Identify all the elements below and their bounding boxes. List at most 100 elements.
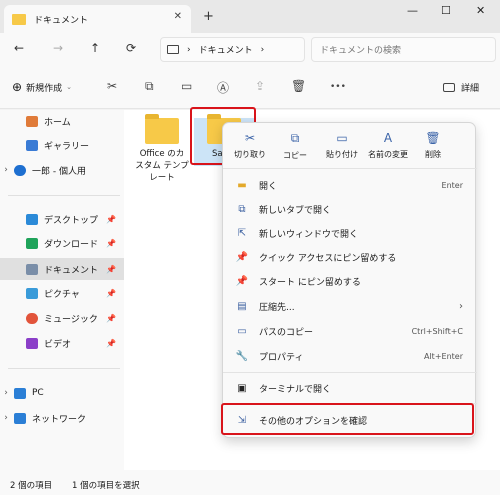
sidebar-item-gallery[interactable]: ギャラリー <box>0 134 124 156</box>
menu-item-properties[interactable]: 🔧 プロパティ Alt+Enter <box>231 344 469 368</box>
pin-icon: 📌 <box>106 288 116 298</box>
delete-icon[interactable]: 🗑 <box>291 79 306 93</box>
sidebar-item-music[interactable]: ミュージック 📌 <box>0 307 124 329</box>
copy-icon[interactable]: ⧉ <box>145 79 154 94</box>
title-bar: ドキュメント ✕ + — ☐ ✕ <box>0 0 500 33</box>
details-pane-icon <box>443 83 455 92</box>
new-tab-icon: ⧉ <box>238 203 246 215</box>
folder-icon <box>145 114 179 144</box>
close-window-button[interactable]: ✕ <box>476 4 485 17</box>
home-icon <box>26 115 38 127</box>
new-button[interactable]: ⊕ 新規作成 ⌄ <box>12 80 72 94</box>
zip-icon: ▤ <box>237 300 247 312</box>
folder-icon <box>12 13 26 25</box>
tab-label: ドキュメント <box>34 15 89 26</box>
plus-icon: ⊕ <box>12 80 23 94</box>
sidebar-item-downloads[interactable]: ダウンロード 📌 <box>0 232 124 254</box>
details-button[interactable]: 詳細 <box>443 81 479 94</box>
address-row: ← → ↑ ⟳ › ドキュメント › ドキュメントの検索 <box>0 33 500 66</box>
more-button[interactable]: ••• <box>330 82 346 92</box>
menu-item-pin-quick-access[interactable]: 📌 クイック アクセスにピン留めする <box>231 245 469 269</box>
cloud-icon <box>14 164 26 176</box>
desktop-icon <box>26 213 38 225</box>
status-bar: 2 個の項目 1 個の項目を選択 <box>0 470 500 495</box>
sidebar-item-pc[interactable]: › PC <box>0 382 124 404</box>
share-icon[interactable]: ⇪ <box>255 79 265 93</box>
paste-icon[interactable]: ▭ <box>181 79 192 93</box>
close-tab-icon[interactable]: ✕ <box>174 11 182 22</box>
breadcrumb-documents[interactable]: ドキュメント <box>199 43 253 56</box>
chevron-down-icon: ⌄ <box>66 83 72 91</box>
folder-item[interactable]: Office のカ スタム テンプ レート <box>132 114 192 184</box>
sidebar-item-onedrive[interactable]: › 一郎 - 個人用 <box>0 159 124 181</box>
pc-icon <box>14 387 26 399</box>
expand-chevron-icon[interactable]: › <box>0 413 12 423</box>
new-window-icon: ⇱ <box>237 227 247 239</box>
delete-icon: 🗑 <box>425 131 441 145</box>
menu-item-open[interactable]: ▬ 開く Enter <box>231 173 469 197</box>
menu-item-open-terminal[interactable]: ▣ ターミナルで開く <box>231 376 469 400</box>
copy-action[interactable]: ⧉ コピー <box>268 131 322 161</box>
item-count: 2 個の項目 <box>10 481 53 491</box>
search-placeholder: ドキュメントの検索 <box>320 46 402 56</box>
sidebar-item-videos[interactable]: ビデオ 📌 <box>0 332 124 354</box>
network-icon <box>14 412 26 424</box>
expand-chevron-icon[interactable]: › <box>0 165 12 175</box>
pin-icon: 📌 <box>106 214 116 224</box>
minimize-button[interactable]: — <box>407 4 418 17</box>
forward-button[interactable]: → <box>53 41 63 55</box>
details-label: 詳細 <box>461 84 480 94</box>
cut-icon[interactable]: ✂ <box>107 79 117 93</box>
menu-item-open-new-window[interactable]: ⇱ 新しいウィンドウで開く <box>231 221 469 245</box>
search-input[interactable]: ドキュメントの検索 <box>311 37 496 62</box>
sidebar-item-home[interactable]: ホーム <box>0 110 124 132</box>
new-tab-button[interactable]: + <box>203 9 214 24</box>
rename-icon[interactable]: Ⓐ <box>217 79 229 96</box>
menu-item-open-new-tab[interactable]: ⧉ 新しいタブで開く <box>231 197 469 221</box>
copy-path-icon: ▭ <box>237 325 247 337</box>
pictures-icon <box>26 287 38 299</box>
download-icon <box>26 237 38 249</box>
sidebar-divider <box>8 368 120 369</box>
new-button-label: 新規作成 <box>26 83 63 94</box>
maximize-button[interactable]: ☐ <box>441 4 451 17</box>
documents-icon <box>26 263 38 275</box>
breadcrumb-chevron[interactable]: › <box>261 45 265 55</box>
pin-icon: 📌 <box>106 313 116 323</box>
pin-icon: 📌 <box>106 238 116 248</box>
sidebar-divider <box>8 195 120 196</box>
menu-separator <box>223 372 477 373</box>
context-menu-actions: ✂ 切り取り ⧉ コピー ▭ 貼り付け A 名前の変更 🗑 削除 <box>223 123 477 169</box>
refresh-button[interactable]: ⟳ <box>126 41 136 55</box>
sidebar-item-documents[interactable]: ドキュメント 📌 <box>0 258 124 280</box>
wrench-icon: 🔧 <box>235 350 249 362</box>
pin-icon: 📌 <box>235 275 249 287</box>
delete-action[interactable]: 🗑 削除 <box>406 131 460 160</box>
gallery-icon <box>26 139 38 151</box>
pin-icon: 📌 <box>235 251 249 263</box>
video-icon <box>26 337 38 349</box>
menu-item-pin-start[interactable]: 📌 スタート にピン留めする <box>231 269 469 293</box>
address-bar[interactable]: › ドキュメント › <box>160 37 305 62</box>
menu-item-copy-path[interactable]: ▭ パスのコピー Ctrl+Shift+C <box>231 319 469 343</box>
navigation-pane: ホーム ギャラリー › 一郎 - 個人用 デスクトップ 📌 ダウンロード 📌 ド… <box>0 110 124 470</box>
back-button[interactable]: ← <box>14 41 24 55</box>
chevron-right-icon: › <box>459 300 463 312</box>
up-button[interactable]: ↑ <box>90 41 100 55</box>
open-folder-icon: ▬ <box>237 179 247 191</box>
sidebar-item-pictures[interactable]: ピクチャ 📌 <box>0 282 124 304</box>
sidebar-item-network[interactable]: › ネットワーク <box>0 407 124 429</box>
menu-item-compress[interactable]: ▤ 圧縮先... › <box>231 294 469 318</box>
context-menu: ✂ 切り取り ⧉ コピー ▭ 貼り付け A 名前の変更 🗑 削除 ▬ 開く En… <box>222 122 477 438</box>
highlight-box <box>221 403 474 435</box>
pin-icon: 📌 <box>106 264 116 274</box>
tab-documents[interactable]: ドキュメント ✕ <box>4 5 191 33</box>
expand-chevron-icon[interactable]: › <box>0 388 12 398</box>
sidebar-item-desktop[interactable]: デスクトップ 📌 <box>0 208 124 230</box>
music-icon <box>26 312 38 324</box>
copy-icon: ⧉ <box>290 131 300 145</box>
command-bar: ⊕ 新規作成 ⌄ ✂ ⧉ ▭ Ⓐ ⇪ 🗑 ••• 詳細 <box>0 66 500 109</box>
breadcrumb-separator: › <box>187 44 191 55</box>
terminal-icon: ▣ <box>237 382 247 394</box>
computer-icon <box>167 45 179 54</box>
